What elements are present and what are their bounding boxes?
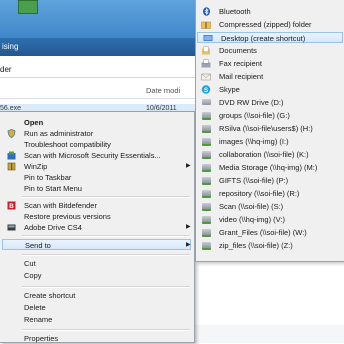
column-header[interactable]: Date modi [0,84,200,99]
send-to-fax-recipient[interactable]: Fax recipient [196,58,343,69]
menu-item-restore-previous-versions[interactable]: Restore previous versions [0,211,193,222]
menu-separator [22,286,190,288]
menu-separator [22,329,190,331]
menu-item-run-as-administrator[interactable]: Run as administrator [0,128,193,139]
menu-item-scan-security-essentials[interactable]: Scan with Microsoft Security Essentials.… [0,150,193,161]
fax-icon [201,59,211,68]
shield-icon [7,129,16,138]
menu-item-adobe-drive[interactable]: Adobe Drive CS4 ▶ [0,222,193,233]
menu-item-properties[interactable]: Properties [0,333,193,344]
send-to-drive-w[interactable]: Grant_Files (\\soi-file) (W:) [196,227,343,238]
send-to-drive-z[interactable]: zip_files (\\soi-file) (Z:) [196,240,343,251]
breadcrumb[interactable]: ising [0,38,200,56]
menu-item-pin-to-taskbar[interactable]: Pin to Taskbar [0,172,193,183]
svg-text:B: B [9,203,14,210]
send-to-drive-v[interactable]: video (\\hq-img) (V:) [196,214,343,225]
menu-separator [22,235,190,237]
desktop-icon [203,34,213,43]
send-to-skype[interactable]: S Skype [196,84,343,95]
network-drive-icon [201,137,211,146]
send-to-bluetooth[interactable]: Bluetooth [196,6,343,17]
send-to-drive-g[interactable]: groups (\\soi-file) (G:) [196,110,343,121]
submenu-arrow-icon: ▶ [186,242,191,248]
menu-item-cut[interactable]: Cut [0,258,193,269]
send-to-drive-p[interactable]: GIFTS (\\soi-file) (P:) [196,175,343,186]
adobe-drive-icon [7,223,16,232]
menu-item-scan-bitdefender[interactable]: B Scan with Bitdefender [0,200,193,211]
window-titlebar [0,0,200,40]
network-drive-icon [201,202,211,211]
date-modified-header[interactable]: Date modi [146,84,180,98]
context-menu: Open Run as administrator Troubleshoot c… [0,111,195,343]
menu-item-copy[interactable]: Copy [0,270,193,281]
menu-item-send-to[interactable]: Send to ▶ [2,239,191,250]
winzip-icon [7,162,16,171]
menu-item-rename[interactable]: Rename [0,314,193,325]
documents-icon [201,46,211,55]
menu-separator [22,196,190,198]
send-to-drive-m[interactable]: Media Storage (\\hq-img) (M:) [196,162,343,173]
send-to-drive-k[interactable]: collaboration (\\soi-file) (K:) [196,149,343,160]
send-to-drive-r[interactable]: repository (\\soi-file) (R:) [196,188,343,199]
folder-label[interactable]: der [0,63,200,78]
bluetooth-icon [201,7,211,16]
submenu-arrow-icon: ▶ [186,224,191,230]
app-icon [18,0,38,14]
network-drive-icon [201,163,211,172]
network-drive-icon [201,189,211,198]
send-to-submenu: Bluetooth Compressed (zipped) folder Des… [195,0,344,262]
send-to-documents[interactable]: Documents [196,45,343,56]
send-to-drive-s[interactable]: Scan (\\soi-file) (S:) [196,201,343,212]
menu-separator [22,254,190,256]
send-to-desktop[interactable]: Desktop (create shortcut) [197,32,343,43]
network-drive-icon [201,215,211,224]
skype-icon: S [201,85,211,94]
send-to-compressed-folder[interactable]: Compressed (zipped) folder [196,19,343,30]
send-to-dvd-drive[interactable]: DVD RW Drive (D:) [196,97,343,108]
network-drive-icon [201,124,211,133]
mail-icon [201,72,211,81]
network-drive-icon [201,150,211,159]
network-drive-icon [201,241,211,250]
submenu-arrow-icon: ▶ [186,163,191,169]
send-to-drive-i[interactable]: images (\\hq-img) (I:) [196,136,343,147]
svg-text:S: S [204,87,209,94]
menu-item-pin-to-start-menu[interactable]: Pin to Start Menu [0,183,193,194]
dvd-drive-icon [201,98,211,107]
network-drive-icon [201,176,211,185]
zip-folder-icon [201,20,211,29]
menu-item-delete[interactable]: Delete [0,302,193,313]
network-drive-icon [201,111,211,120]
menu-item-open[interactable]: Open [0,117,193,128]
send-to-drive-h[interactable]: RSilva (\\soi-file\users$) (H:) [196,123,343,134]
bitdefender-icon: B [7,201,16,210]
menu-item-winzip[interactable]: WinZip ▶ [0,161,193,172]
menu-item-create-shortcut[interactable]: Create shortcut [0,290,193,301]
menu-item-troubleshoot-compatibility[interactable]: Troubleshoot compatibility [0,139,193,150]
network-drive-icon [201,228,211,237]
window-background [195,325,344,343]
security-essentials-icon [7,151,16,160]
send-to-mail-recipient[interactable]: Mail recipient [196,71,343,82]
